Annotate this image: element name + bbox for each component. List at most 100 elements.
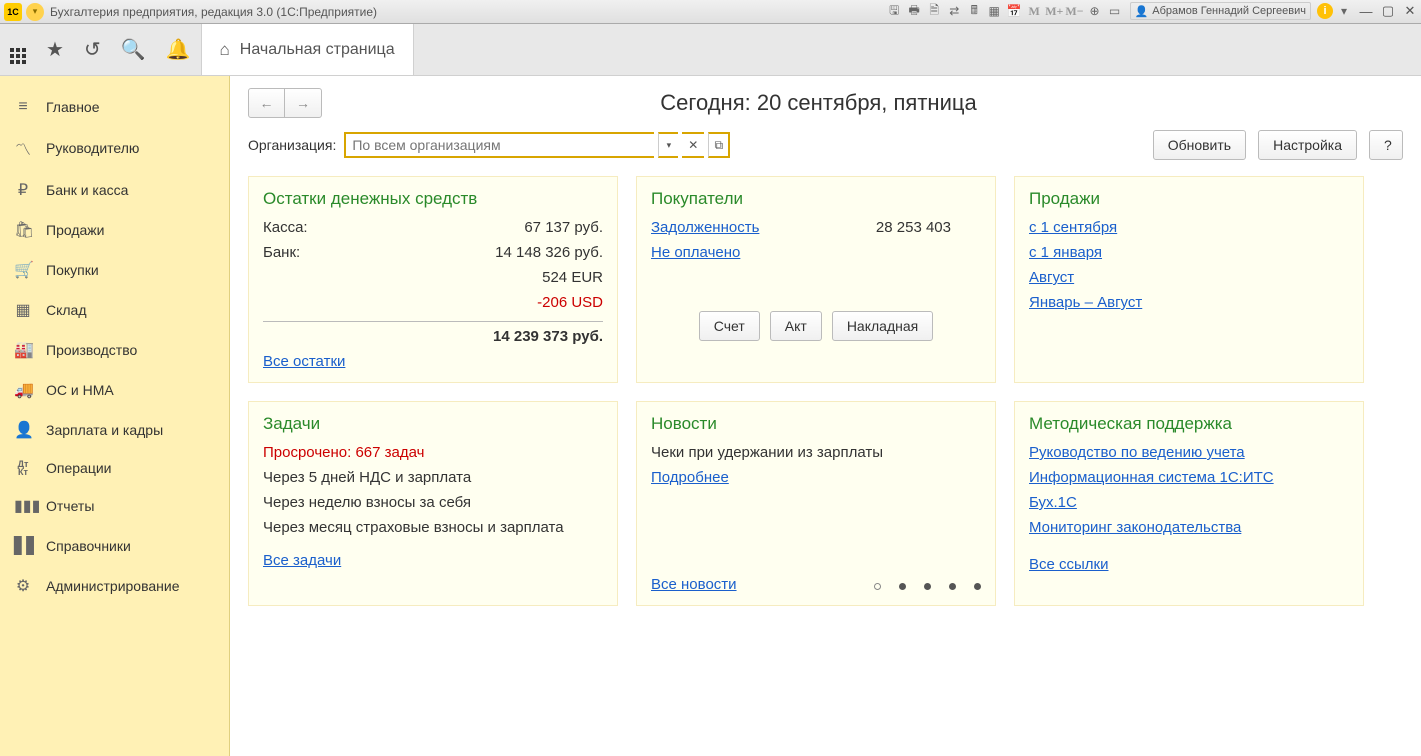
chart-icon: 〽 <box>14 136 32 160</box>
sidebar-item-label: Производство <box>46 342 137 358</box>
sidebar-item-reports[interactable]: ▮▮▮Отчеты <box>0 486 229 526</box>
sidebar-item-references[interactable]: ▋▋Справочники <box>0 526 229 566</box>
page-title: Сегодня: 20 сентября, пятница <box>322 90 1315 116</box>
all-news-link[interactable]: Все новости <box>651 576 737 593</box>
dot-icon[interactable] <box>974 583 981 590</box>
waybill-button[interactable]: Накладная <box>832 311 933 341</box>
app-menu-dropdown-icon[interactable] <box>26 3 44 21</box>
sales-link-aug[interactable]: Август <box>1029 269 1074 286</box>
user-button[interactable]: 👤 Абрамов Геннадий Сергеевич <box>1130 2 1311 20</box>
unpaid-link[interactable]: Не оплачено <box>651 244 740 261</box>
boxes-icon: ▦ <box>14 300 32 320</box>
sidebar-item-bank[interactable]: ₽Банк и касса <box>0 170 229 210</box>
sidebar-item-label: Отчеты <box>46 498 94 514</box>
sidebar-item-warehouse[interactable]: ▦Склад <box>0 290 229 330</box>
sidebar-item-label: Администрирование <box>46 578 180 594</box>
refresh-button[interactable]: Обновить <box>1153 130 1246 160</box>
app-logo-icon[interactable]: 1C <box>4 3 22 21</box>
sidebar-item-admin[interactable]: ⚙ Администрирование <box>0 566 229 606</box>
support-link-guide[interactable]: Руководство по ведению учета <box>1029 444 1245 461</box>
history-icon[interactable]: ↺ <box>84 37 101 62</box>
dot-icon[interactable] <box>874 583 881 590</box>
dot-icon[interactable] <box>899 583 906 590</box>
sidebar-item-production[interactable]: 🏭Производство <box>0 330 229 370</box>
nav-back-button[interactable]: ← <box>249 89 285 117</box>
table-icon[interactable]: ▦ <box>985 2 1003 20</box>
support-link-monitoring[interactable]: Мониторинг законодательства <box>1029 519 1241 536</box>
sidebar-item-operations[interactable]: ДтКтОперации <box>0 450 229 486</box>
print-icon[interactable]: 🖶 <box>905 2 923 20</box>
invoice-button[interactable]: Счет <box>699 311 760 341</box>
settings-button[interactable]: Настройка <box>1258 130 1357 160</box>
sidebar-item-sales[interactable]: 🛍Продажи <box>0 210 229 250</box>
tab-home[interactable]: ⌂ Начальная страница <box>201 24 414 75</box>
support-link-its[interactable]: Информационная система 1С:ИТС <box>1029 469 1274 486</box>
card-title: Покупатели <box>651 189 981 209</box>
memory-mplus-icon[interactable]: M+ <box>1045 2 1063 20</box>
card-sales: Продажи с 1 сентября с 1 января Август Я… <box>1014 176 1364 383</box>
gear-icon: ⚙ <box>14 576 32 596</box>
memory-m-icon[interactable]: M <box>1025 2 1043 20</box>
org-dropdown-button[interactable]: ▾ <box>658 132 678 158</box>
all-balances-link[interactable]: Все остатки <box>263 353 345 370</box>
sales-link-jan[interactable]: с 1 января <box>1029 244 1102 261</box>
cart-icon: 🛒 <box>14 260 32 280</box>
maximize-icon[interactable]: ▢ <box>1379 2 1397 20</box>
notifications-icon[interactable]: 🔔 <box>166 37 191 62</box>
search-icon[interactable]: 🔍 <box>121 37 146 62</box>
person-icon: 👤 <box>14 420 32 440</box>
org-open-button[interactable]: ⧉ <box>708 132 730 158</box>
user-name: Абрамов Геннадий Сергеевич <box>1152 5 1306 17</box>
calc-icon[interactable]: 🖩 <box>965 2 983 20</box>
apps-icon[interactable] <box>10 35 26 64</box>
info-dropdown-icon[interactable]: ▾ <box>1335 2 1353 20</box>
card-title: Остатки денежных средств <box>263 189 603 209</box>
books-icon: ▋▋ <box>14 536 32 556</box>
sidebar-item-assets[interactable]: 🚚ОС и НМА <box>0 370 229 410</box>
support-link-buh1c[interactable]: Бух.1С <box>1029 494 1077 511</box>
nav-arrows: ← → <box>248 88 322 118</box>
close-icon[interactable]: ✕ <box>1401 2 1419 20</box>
memory-mminus-icon[interactable]: M− <box>1065 2 1083 20</box>
org-clear-button[interactable]: ✕ <box>682 132 704 158</box>
card-title: Методическая поддержка <box>1029 414 1349 434</box>
all-tasks-link[interactable]: Все задачи <box>263 552 341 569</box>
news-more-link[interactable]: Подробнее <box>651 469 729 486</box>
sidebar-item-label: Покупки <box>46 262 99 278</box>
compare-icon[interactable]: ⇄ <box>945 2 963 20</box>
all-links-link[interactable]: Все ссылки <box>1029 556 1109 573</box>
truck-icon: 🚚 <box>14 380 32 400</box>
windows-icon[interactable]: ▭ <box>1106 2 1124 20</box>
favorites-icon[interactable]: ★ <box>46 37 64 62</box>
dot-icon[interactable] <box>949 583 956 590</box>
sidebar-item-label: Руководителю <box>46 140 139 156</box>
eur-value: 524 EUR <box>542 269 603 286</box>
minimize-icon[interactable]: — <box>1357 2 1375 20</box>
card-title: Новости <box>651 414 981 434</box>
sidebar-item-main[interactable]: ≡Главное <box>0 88 229 126</box>
sidebar-item-manager[interactable]: 〽 Руководителю <box>0 126 229 170</box>
calendar-icon[interactable]: 📅 <box>1005 2 1023 20</box>
kassa-value: 67 137 руб. <box>524 219 603 236</box>
save-icon[interactable]: 🖫 <box>885 2 903 20</box>
info-icon[interactable]: i <box>1317 3 1333 19</box>
organization-input[interactable] <box>344 132 654 158</box>
sales-link-sept[interactable]: с 1 сентября <box>1029 219 1117 236</box>
sidebar-item-payroll[interactable]: 👤Зарплата и кадры <box>0 410 229 450</box>
zoom-icon[interactable]: ⊕ <box>1086 2 1104 20</box>
home-icon: ⌂ <box>220 40 230 60</box>
sidebar: ≡Главное 〽 Руководителю ₽Банк и касса 🛍Пр… <box>0 76 230 756</box>
debt-link[interactable]: Задолженность <box>651 219 759 236</box>
sales-link-jan-aug[interactable]: Январь – Август <box>1029 294 1142 311</box>
task-item: Через 5 дней НДС и зарплата <box>263 469 603 486</box>
titlebar: 1C Бухгалтерия предприятия, редакция 3.0… <box>0 0 1421 24</box>
dot-icon[interactable] <box>924 583 931 590</box>
sidebar-item-purchases[interactable]: 🛒 Покупки <box>0 250 229 290</box>
help-button[interactable]: ? <box>1369 130 1403 160</box>
act-button[interactable]: Акт <box>770 311 822 341</box>
org-label: Организация: <box>248 137 336 153</box>
news-text: Чеки при удержании из зарплаты <box>651 444 981 461</box>
nav-forward-button[interactable]: → <box>285 89 321 117</box>
print-preview-icon[interactable]: 🗎 <box>925 2 943 20</box>
card-cash-balances: Остатки денежных средств Касса:67 137 ру… <box>248 176 618 383</box>
